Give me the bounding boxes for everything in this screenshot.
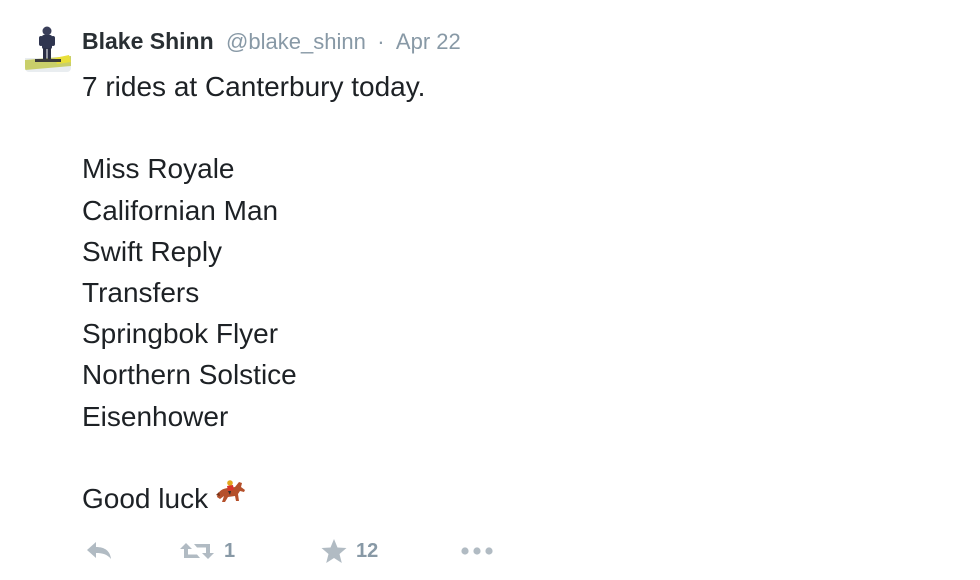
tweet-line <box>82 437 942 478</box>
reply-button[interactable] <box>84 534 114 568</box>
reply-icon <box>87 542 111 559</box>
tweet-line: Northern Solstice <box>82 359 297 391</box>
tweet-line: Californian Man <box>82 194 279 226</box>
tweet-line: Swift Reply <box>82 235 223 267</box>
tweet: Blake Shinn @blake_shinn · Apr 22 7 ride… <box>0 0 980 580</box>
tweet-header: Blake Shinn @blake_shinn · Apr 22 <box>82 26 461 57</box>
more-dots-icon <box>461 547 493 555</box>
tweet-date[interactable]: Apr 22 <box>396 29 461 54</box>
retweet-button[interactable]: 1 <box>178 534 235 568</box>
tweet-line: Eisenhower <box>82 400 229 432</box>
author-handle[interactable]: @blake_shinn <box>226 29 366 54</box>
jockey-avatar-icon <box>25 22 71 72</box>
tweet-text: 7 rides at Canterbury today. Miss Royale… <box>82 66 942 519</box>
tweet-line-text: Good luck <box>82 482 209 514</box>
horse-racing-emoji-icon <box>214 477 248 518</box>
tweet-line: 7 rides at Canterbury today. <box>82 71 426 102</box>
retweet-icon <box>180 543 214 559</box>
tweet-actions: 1 12 <box>84 534 684 568</box>
separator-dot: · <box>377 29 385 54</box>
avatar[interactable] <box>25 22 71 72</box>
tweet-line-last: Good luck <box>82 478 942 519</box>
tweet-line <box>82 107 942 148</box>
favorite-count: 12 <box>356 539 379 562</box>
star-icon <box>321 539 347 563</box>
retweet-count: 1 <box>224 539 236 562</box>
tweet-line: Springbok Flyer <box>82 318 279 350</box>
tweet-line: Transfers <box>82 276 200 308</box>
author-name[interactable]: Blake Shinn <box>82 28 214 54</box>
tweet-line: Miss Royale <box>82 153 235 185</box>
more-button[interactable] <box>460 534 498 568</box>
favorite-button[interactable]: 12 <box>320 534 378 568</box>
